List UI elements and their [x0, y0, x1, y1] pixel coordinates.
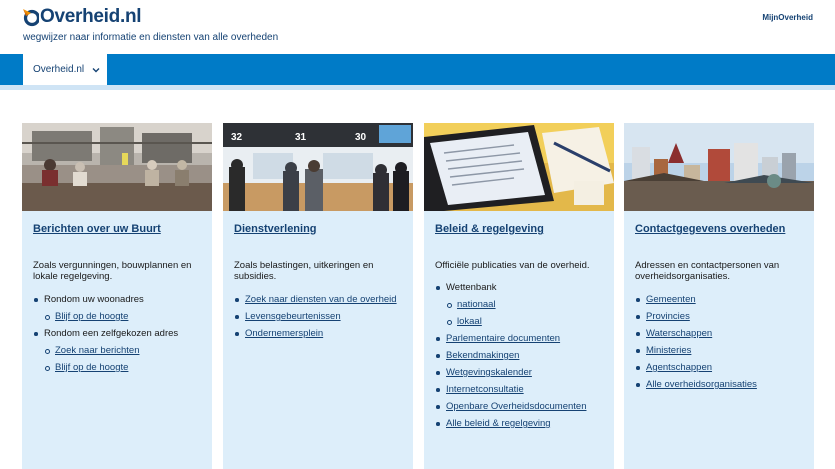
ondernemersplein-link[interactable]: Ondernemersplein	[245, 328, 323, 339]
list-item: Waterschappen	[635, 328, 810, 339]
card-photo-skyline	[624, 123, 814, 211]
list-item: Blijf op de hoogte	[44, 362, 208, 373]
mijn-overheid-link[interactable]: MijnOverheid	[762, 13, 813, 22]
list-item: Ministeries	[635, 345, 810, 356]
card-contactgegevens: Contactgegevens overheden Adressen en co…	[624, 123, 814, 469]
counter-sign: 32	[231, 132, 243, 143]
card-description: Adressen en contactpersonen van overheid…	[635, 260, 780, 282]
list-item: Gemeenten	[635, 294, 810, 305]
list-item: lokaal	[446, 316, 610, 327]
card-link-list: Zoek naar diensten van de overheid Leven…	[234, 294, 409, 345]
card-photo-service-desk: 32 31 30	[223, 123, 413, 211]
card-photo-street	[22, 123, 212, 211]
list-item: Blijf op de hoogte	[44, 311, 208, 322]
list-item: Alle beleid & regelgeving	[435, 418, 610, 429]
zoek-naar-berichten-link[interactable]: Zoek naar berichten	[55, 345, 140, 356]
list-item-label: Rondom uw woonadres	[44, 294, 144, 305]
list-item: Wettenbank	[435, 282, 610, 293]
list-item: Zoek naar berichten	[44, 345, 208, 356]
list-item: Provincies	[635, 311, 810, 322]
zoek-diensten-link[interactable]: Zoek naar diensten van de overheid	[245, 294, 397, 305]
list-item: Bekendmakingen	[435, 350, 610, 361]
parlementaire-documenten-link[interactable]: Parlementaire documenten	[446, 333, 560, 344]
nav-tab-label: Overheid.nl	[33, 64, 85, 75]
wetgevingskalender-link[interactable]: Wetgevingskalender	[446, 367, 532, 378]
alle-overheidsorganisaties-link[interactable]: Alle overheidsorganisaties	[646, 379, 757, 390]
list-item: Alle overheidsorganisaties	[635, 379, 810, 390]
card-dienstverlening: 32 31 30 Dienstverlening Zoals belasting…	[223, 123, 413, 469]
list-item: Agentschappen	[635, 362, 810, 373]
main-navigation-bar: Overheid.nl	[0, 54, 835, 85]
list-item: Levensgebeurtenissen	[234, 311, 409, 322]
list-item: Wetgevingskalender	[435, 367, 610, 378]
chevron-down-icon	[92, 67, 100, 72]
card-title[interactable]: Contactgegevens overheden	[635, 223, 785, 235]
site-logo[interactable]: Overheid.nl	[23, 5, 142, 29]
card-link-list: Gemeenten Provincies Waterschappen Minis…	[635, 294, 810, 396]
list-item: Ondernemersplein	[234, 328, 409, 339]
blijf-op-de-hoogte-link[interactable]: Blijf op de hoogte	[55, 362, 128, 373]
card-photo-tablet	[424, 123, 614, 211]
list-item: Rondom een zelfgekozen adres	[33, 328, 208, 339]
list-item: Parlementaire documenten	[435, 333, 610, 344]
logo-text: Overheid.nl	[40, 6, 142, 27]
list-item: nationaal	[446, 299, 610, 310]
card-title[interactable]: Beleid & regelgeving	[435, 223, 544, 235]
card-description: Zoals vergunningen, bouwplannen en lokal…	[33, 260, 192, 282]
list-item-label: Rondom een zelfgekozen adres	[44, 328, 179, 339]
agentschappen-link[interactable]: Agentschappen	[646, 362, 712, 373]
card-description: Zoals belastingen, uitkeringen en subsid…	[234, 260, 374, 282]
nav-tab-overheid[interactable]: Overheid.nl	[23, 54, 107, 85]
levensgebeurtenissen-link[interactable]: Levensgebeurtenissen	[245, 311, 341, 322]
nationaal-link[interactable]: nationaal	[457, 299, 496, 310]
list-item: Rondom uw woonadres	[33, 294, 208, 305]
openbare-overheidsdocumenten-link[interactable]: Openbare Overheidsdocumenten	[446, 401, 586, 412]
card-berichten-buurt: Berichten over uw Buurt Zoals vergunning…	[22, 123, 212, 469]
logo-mark-icon	[23, 9, 39, 27]
list-item: Openbare Overheidsdocumenten	[435, 401, 610, 412]
list-item: Internetconsultatie	[435, 384, 610, 395]
internetconsultatie-link[interactable]: Internetconsultatie	[446, 384, 524, 395]
provincies-link[interactable]: Provincies	[646, 311, 690, 322]
site-header: Overheid.nl wegwijzer naar informatie en…	[0, 0, 835, 54]
waterschappen-link[interactable]: Waterschappen	[646, 328, 712, 339]
counter-sign: 31	[295, 132, 307, 143]
counter-sign: 30	[355, 132, 367, 143]
card-link-list: Wettenbank nationaal lokaal Parlementair…	[435, 282, 610, 435]
gemeenten-link[interactable]: Gemeenten	[646, 294, 696, 305]
blijf-op-de-hoogte-link[interactable]: Blijf op de hoogte	[55, 311, 128, 322]
card-title[interactable]: Berichten over uw Buurt	[33, 223, 161, 235]
card-description: Officiële publicaties van de overheid.	[435, 260, 590, 271]
ministeries-link[interactable]: Ministeries	[646, 345, 691, 356]
site-tagline: wegwijzer naar informatie en diensten va…	[23, 32, 279, 43]
alle-beleid-regelgeving-link[interactable]: Alle beleid & regelgeving	[446, 418, 551, 429]
card-title[interactable]: Dienstverlening	[234, 223, 317, 235]
nav-underline-stripe	[0, 85, 835, 90]
card-link-list: Rondom uw woonadres Blijf op de hoogte R…	[33, 294, 208, 379]
list-item-label: Wettenbank	[446, 282, 497, 293]
lokaal-link[interactable]: lokaal	[457, 316, 482, 327]
card-beleid-regelgeving: Beleid & regelgeving Officiële publicati…	[424, 123, 614, 469]
bekendmakingen-link[interactable]: Bekendmakingen	[446, 350, 519, 361]
list-item: Zoek naar diensten van de overheid	[234, 294, 409, 305]
